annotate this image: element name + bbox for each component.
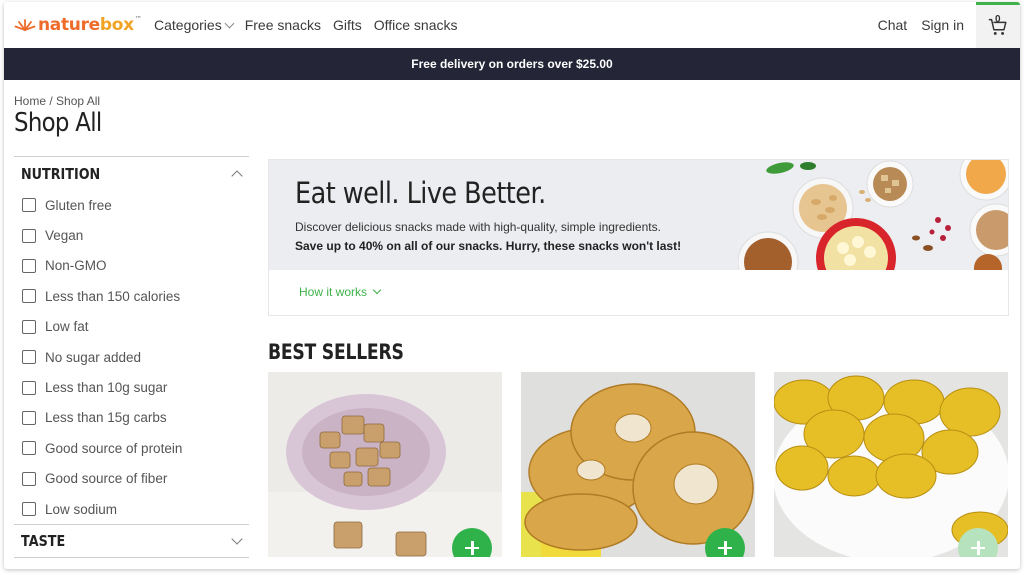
filter-label: Non-GMO <box>45 258 107 274</box>
nav-free-snacks[interactable]: Free snacks <box>245 17 321 33</box>
cart-count: 0 <box>995 14 1001 25</box>
snack-bowls-image <box>738 160 1008 270</box>
free-delivery-text: Free delivery on orders over $25.00 <box>411 57 613 71</box>
product-card[interactable] <box>521 372 755 557</box>
filter-checkbox[interactable] <box>22 198 36 213</box>
taste-section-header[interactable]: TASTE <box>14 524 249 559</box>
cart-button[interactable]: 0 <box>976 2 1020 48</box>
hero-banner: Eat well. Live Better. Discover deliciou… <box>268 159 1009 316</box>
main-nav: Categories Free snacks Gifts Office snac… <box>154 2 458 48</box>
filter-label: Good source of protein <box>45 440 183 456</box>
filter-option[interactable]: Gluten free <box>14 190 249 220</box>
chevron-up-icon <box>231 169 243 182</box>
breadcrumb: Home / Shop All <box>14 94 100 108</box>
chevron-down-icon <box>224 18 235 29</box>
how-it-works-link[interactable]: How it works <box>299 285 382 299</box>
filter-checkbox[interactable] <box>22 228 36 243</box>
nav-office-snacks[interactable]: Office snacks <box>374 17 458 33</box>
hero-top: Eat well. Live Better. Discover deliciou… <box>269 160 1008 270</box>
sun-logo-icon <box>14 19 36 31</box>
hero-subtitle: Discover delicious snacks made with high… <box>295 220 661 234</box>
filter-label: Vegan <box>45 228 84 244</box>
product-card[interactable] <box>774 372 1008 557</box>
breadcrumb-separator: / <box>49 94 53 108</box>
filter-checkbox[interactable] <box>22 258 36 273</box>
logo-trademark: ™ <box>134 15 142 23</box>
filter-checkbox[interactable] <box>22 502 36 517</box>
logo-text-nature: nature <box>38 15 100 35</box>
filter-option[interactable]: Less than 15g carbs <box>14 403 249 433</box>
filter-option[interactable]: Vegan <box>14 220 249 250</box>
nutrition-section-header[interactable]: NUTRITION <box>14 156 249 190</box>
filter-option[interactable]: Less than 10g sugar <box>14 372 249 402</box>
filter-label: No sugar added <box>45 349 142 365</box>
filter-option[interactable]: Low sodium <box>14 494 249 524</box>
how-it-works-label: How it works <box>299 285 368 299</box>
filter-checkbox[interactable] <box>22 350 36 365</box>
filter-option[interactable]: No sugar added <box>14 342 249 372</box>
filter-option[interactable]: Low fat <box>14 312 249 342</box>
nav-categories[interactable]: Categories <box>154 17 235 33</box>
filter-checkbox[interactable] <box>22 289 36 304</box>
nutrition-filter-list: Gluten free Vegan Non-GMO Less than 150 cal… <box>14 190 249 524</box>
naturebox-logo[interactable]: nature box ™ <box>14 15 142 35</box>
filter-checkbox[interactable] <box>22 441 36 456</box>
best-sellers-heading: BEST SELLERS <box>268 340 404 364</box>
top-navigation-bar: nature box ™ Categories Free snacks Gifts … <box>4 2 1020 48</box>
nav-gifts[interactable]: Gifts <box>333 17 362 33</box>
browser-frame: nature box ™ Categories Free snacks Gifts … <box>4 2 1020 569</box>
filter-label: Gluten free <box>45 197 112 213</box>
plus-icon <box>465 541 479 555</box>
chevron-down-icon <box>231 533 243 545</box>
breadcrumb-home[interactable]: Home <box>14 94 46 108</box>
filter-label: Low sodium <box>45 501 118 517</box>
account-nav: Chat Sign in <box>878 2 964 48</box>
breadcrumb-current: Shop All <box>56 94 101 108</box>
product-card[interactable] <box>268 372 502 557</box>
chevron-down-icon <box>372 285 382 295</box>
filter-option[interactable]: Good source of protein <box>14 433 249 463</box>
filter-option[interactable]: Good source of fiber <box>14 464 249 494</box>
filter-label: Less than 150 calories <box>45 288 181 304</box>
taste-section-label: TASTE <box>21 532 66 551</box>
filter-label: Low fat <box>45 319 89 335</box>
filter-checkbox[interactable] <box>22 410 36 425</box>
sign-in-link[interactable]: Sign in <box>921 17 964 33</box>
filter-label: Good source of fiber <box>45 471 168 487</box>
chat-link[interactable]: Chat <box>878 17 908 33</box>
filter-checkbox[interactable] <box>22 471 36 486</box>
free-delivery-banner: Free delivery on orders over $25.00 <box>4 48 1020 80</box>
plus-icon <box>718 541 732 555</box>
filter-checkbox[interactable] <box>22 380 36 395</box>
filter-option[interactable]: Non-GMO <box>14 251 249 281</box>
filter-label: Less than 15g carbs <box>45 410 167 426</box>
hero-title: Eat well. Live Better. <box>295 176 546 210</box>
filter-option[interactable]: Less than 150 calories <box>14 281 249 311</box>
filter-label: Less than 10g sugar <box>45 380 168 396</box>
nutrition-section-label: NUTRITION <box>21 164 101 183</box>
logo-text-box: box <box>99 15 134 35</box>
filter-checkbox[interactable] <box>22 319 36 334</box>
filter-sidebar: NUTRITION Gluten free Vegan Non-GMO Less th… <box>14 156 249 559</box>
page-title: Shop All <box>14 108 102 138</box>
hero-promo: Save up to 40% on all of our snacks. Hur… <box>295 239 682 253</box>
nav-categories-label: Categories <box>154 17 222 33</box>
plus-icon <box>971 541 985 555</box>
